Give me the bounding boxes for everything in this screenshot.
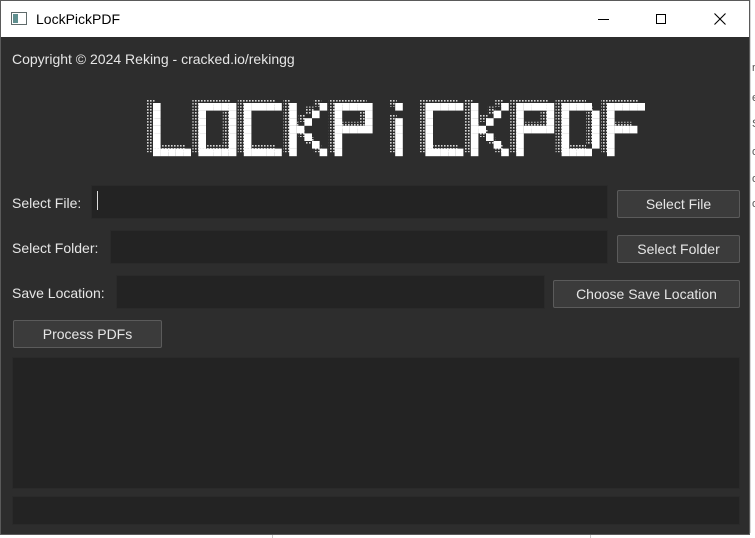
app-icon [11, 12, 27, 25]
close-icon [714, 13, 726, 25]
select-file-input[interactable] [91, 185, 608, 219]
maximize-button[interactable] [632, 1, 690, 37]
minimize-icon [597, 18, 609, 20]
app-window: LockPickPDF Copyright © 2024 Reking - cr… [0, 0, 750, 535]
app-logo [147, 99, 645, 157]
select-folder-label: Select Folder: [12, 240, 99, 256]
select-file-label: Select File: [12, 195, 82, 211]
window-title: LockPickPDF [36, 11, 121, 27]
close-button[interactable] [691, 1, 749, 37]
text-cursor [97, 191, 98, 210]
progress-bar [12, 496, 740, 525]
save-location-label: Save Location: [12, 285, 105, 301]
minimize-button[interactable] [574, 1, 632, 37]
select-folder-input[interactable] [110, 230, 608, 264]
background-window-strip: reSooo [750, 0, 755, 538]
choose-save-location-button[interactable]: Choose Save Location [553, 280, 740, 308]
select-folder-button[interactable]: Select Folder [617, 235, 740, 263]
maximize-icon [656, 14, 666, 24]
copyright-text: Copyright © 2024 Reking - cracked.io/rek… [12, 51, 295, 67]
log-output[interactable] [12, 357, 740, 489]
title-bar[interactable]: LockPickPDF [1, 1, 749, 37]
save-location-input[interactable] [116, 275, 545, 309]
select-file-button[interactable]: Select File [617, 190, 740, 218]
process-pdfs-button[interactable]: Process PDFs [13, 320, 162, 348]
